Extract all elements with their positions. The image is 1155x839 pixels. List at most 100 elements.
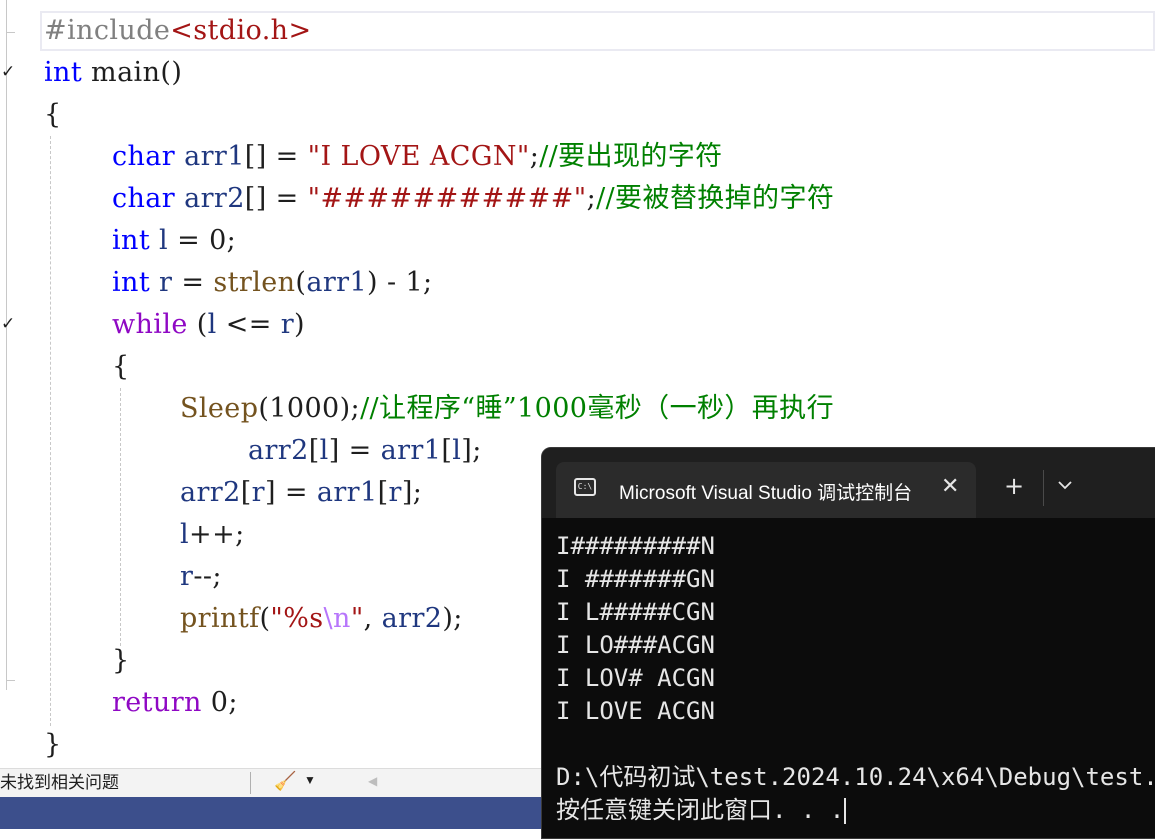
console-line: I #######GN: [556, 565, 715, 593]
code-line[interactable]: arr2[r] = arr1[r];: [180, 472, 422, 514]
code-line[interactable]: printf("%s\n", arr2);: [180, 598, 463, 640]
console-icon: C:\: [574, 478, 596, 496]
code-token: {: [112, 351, 130, 382]
code-token: l: [452, 435, 462, 466]
code-token: [: [240, 477, 252, 508]
code-line[interactable]: int l = 0;: [112, 220, 236, 262]
code-token: int: [112, 225, 151, 256]
indent-guide: [120, 388, 121, 646]
code-token: ;: [529, 141, 540, 172]
code-token: }: [112, 645, 130, 676]
code-token: arr1: [175, 141, 245, 172]
console-line: I#########N: [556, 532, 715, 560]
code-line[interactable]: r--;: [180, 556, 222, 598]
tab-title: Microsoft Visual Studio 调试控制台: [619, 483, 913, 504]
console-line: D:\代码初试\test.2024.10.24\x64\Debug\test.2…: [556, 763, 1155, 791]
code-token: ];: [401, 477, 423, 508]
outline-gutter: [6, 0, 7, 690]
broom-icon[interactable]: 🧹: [274, 771, 296, 792]
code-token: l: [319, 435, 329, 466]
fold-collapse-icon[interactable]: ✓: [1, 62, 15, 82]
code-token: Sleep: [180, 393, 259, 424]
code-line[interactable]: int r = strlen(arr1) - 1;: [112, 262, 433, 304]
scroll-left-icon[interactable]: ◀: [368, 774, 377, 788]
text-cursor: [844, 798, 847, 824]
chevron-down-icon[interactable]: [1055, 478, 1075, 492]
console-line: I LO###ACGN: [556, 631, 715, 659]
code-token: ] =: [264, 477, 317, 508]
code-token: char: [112, 183, 176, 214]
code-token: ];: [461, 435, 482, 466]
code-token: [] =: [244, 183, 308, 214]
code-token: [: [377, 477, 389, 508]
fold-marker: [6, 32, 15, 33]
code-token: //让程序“睡”1000毫秒（一秒）再执行: [360, 393, 834, 424]
code-token: (: [295, 267, 307, 298]
code-token: strlen: [213, 267, 296, 298]
code-token: while: [112, 309, 188, 340]
code-token: r: [150, 267, 173, 298]
error-status-text[interactable]: 未找到相关问题: [0, 771, 119, 795]
code-token: [: [441, 435, 453, 466]
code-token: arr1: [316, 477, 378, 508]
code-token: r: [180, 561, 194, 592]
code-token: ;: [586, 183, 597, 214]
code-line[interactable]: int main(): [44, 52, 182, 94]
code-token: l: [180, 519, 190, 550]
code-token: arr2: [248, 435, 309, 466]
code-token: //要被替换掉的字符: [596, 183, 835, 214]
debug-console-window[interactable]: C:\ Microsoft Visual Studio 调试控制台 ✕ + I#…: [541, 447, 1155, 839]
code-token: =: [172, 267, 214, 298]
code-token: ,: [363, 603, 382, 634]
code-line[interactable]: arr2[l] = arr1[l];: [248, 430, 482, 472]
terminal-tab[interactable]: C:\ Microsoft Visual Studio 调试控制台 ✕: [556, 462, 976, 518]
terminal-titlebar: C:\ Microsoft Visual Studio 调试控制台 ✕ +: [542, 448, 1155, 518]
code-line[interactable]: #include<stdio.h>: [44, 10, 312, 52]
code-token: <=: [216, 309, 281, 340]
code-line[interactable]: while (l <= r): [112, 304, 305, 346]
separator: [1043, 470, 1044, 506]
code-token: ++;: [189, 519, 245, 550]
code-token: printf: [180, 603, 260, 634]
code-token: (: [187, 309, 208, 340]
code-token: 0;: [201, 687, 238, 718]
code-token: \n: [323, 603, 351, 634]
code-token: arr1: [306, 267, 368, 298]
code-token: [] =: [244, 141, 308, 172]
console-line: I LOV# ACGN: [556, 664, 715, 692]
code-token: );: [442, 603, 463, 634]
new-tab-button[interactable]: +: [1004, 474, 1024, 498]
chevron-down-icon[interactable]: ▼: [304, 773, 316, 787]
code-line[interactable]: return 0;: [112, 682, 238, 724]
code-token: #include: [44, 15, 171, 46]
code-token: r: [251, 477, 265, 508]
code-line[interactable]: {: [44, 94, 62, 136]
code-token: return: [112, 687, 202, 718]
code-token: l: [150, 225, 169, 256]
code-line[interactable]: }: [44, 724, 62, 766]
code-token: {: [44, 99, 62, 130]
code-token: (: [259, 603, 271, 634]
code-line[interactable]: Sleep(1000);//让程序“睡”1000毫秒（一秒）再执行: [180, 388, 834, 430]
code-line[interactable]: char arr1[] = "I LOVE ACGN";//要出现的字符: [112, 136, 723, 178]
status-bar: 未找到相关问题 🧹 ▼ ◀: [0, 768, 545, 797]
close-icon[interactable]: ✕: [941, 474, 959, 499]
fold-marker: [6, 680, 15, 681]
code-token: "I LOVE ACGN": [307, 141, 530, 172]
code-line[interactable]: }: [112, 640, 130, 682]
code-line[interactable]: l++;: [180, 514, 245, 556]
code-token: l: [207, 309, 217, 340]
fold-collapse-icon[interactable]: ✓: [1, 314, 15, 334]
code-line[interactable]: {: [112, 346, 130, 388]
code-line[interactable]: char arr2[] = "###########";//要被替换掉的字符: [112, 178, 834, 220]
code-token: ] =: [328, 435, 381, 466]
code-token: --;: [193, 561, 222, 592]
separator: [250, 772, 251, 794]
code-token: int: [112, 267, 151, 298]
code-token: ": [350, 603, 364, 634]
console-line: I LOVE ACGN: [556, 697, 715, 725]
code-token: r: [388, 477, 402, 508]
console-line: I L#####CGN: [556, 598, 715, 626]
indent-guide: [50, 136, 51, 726]
